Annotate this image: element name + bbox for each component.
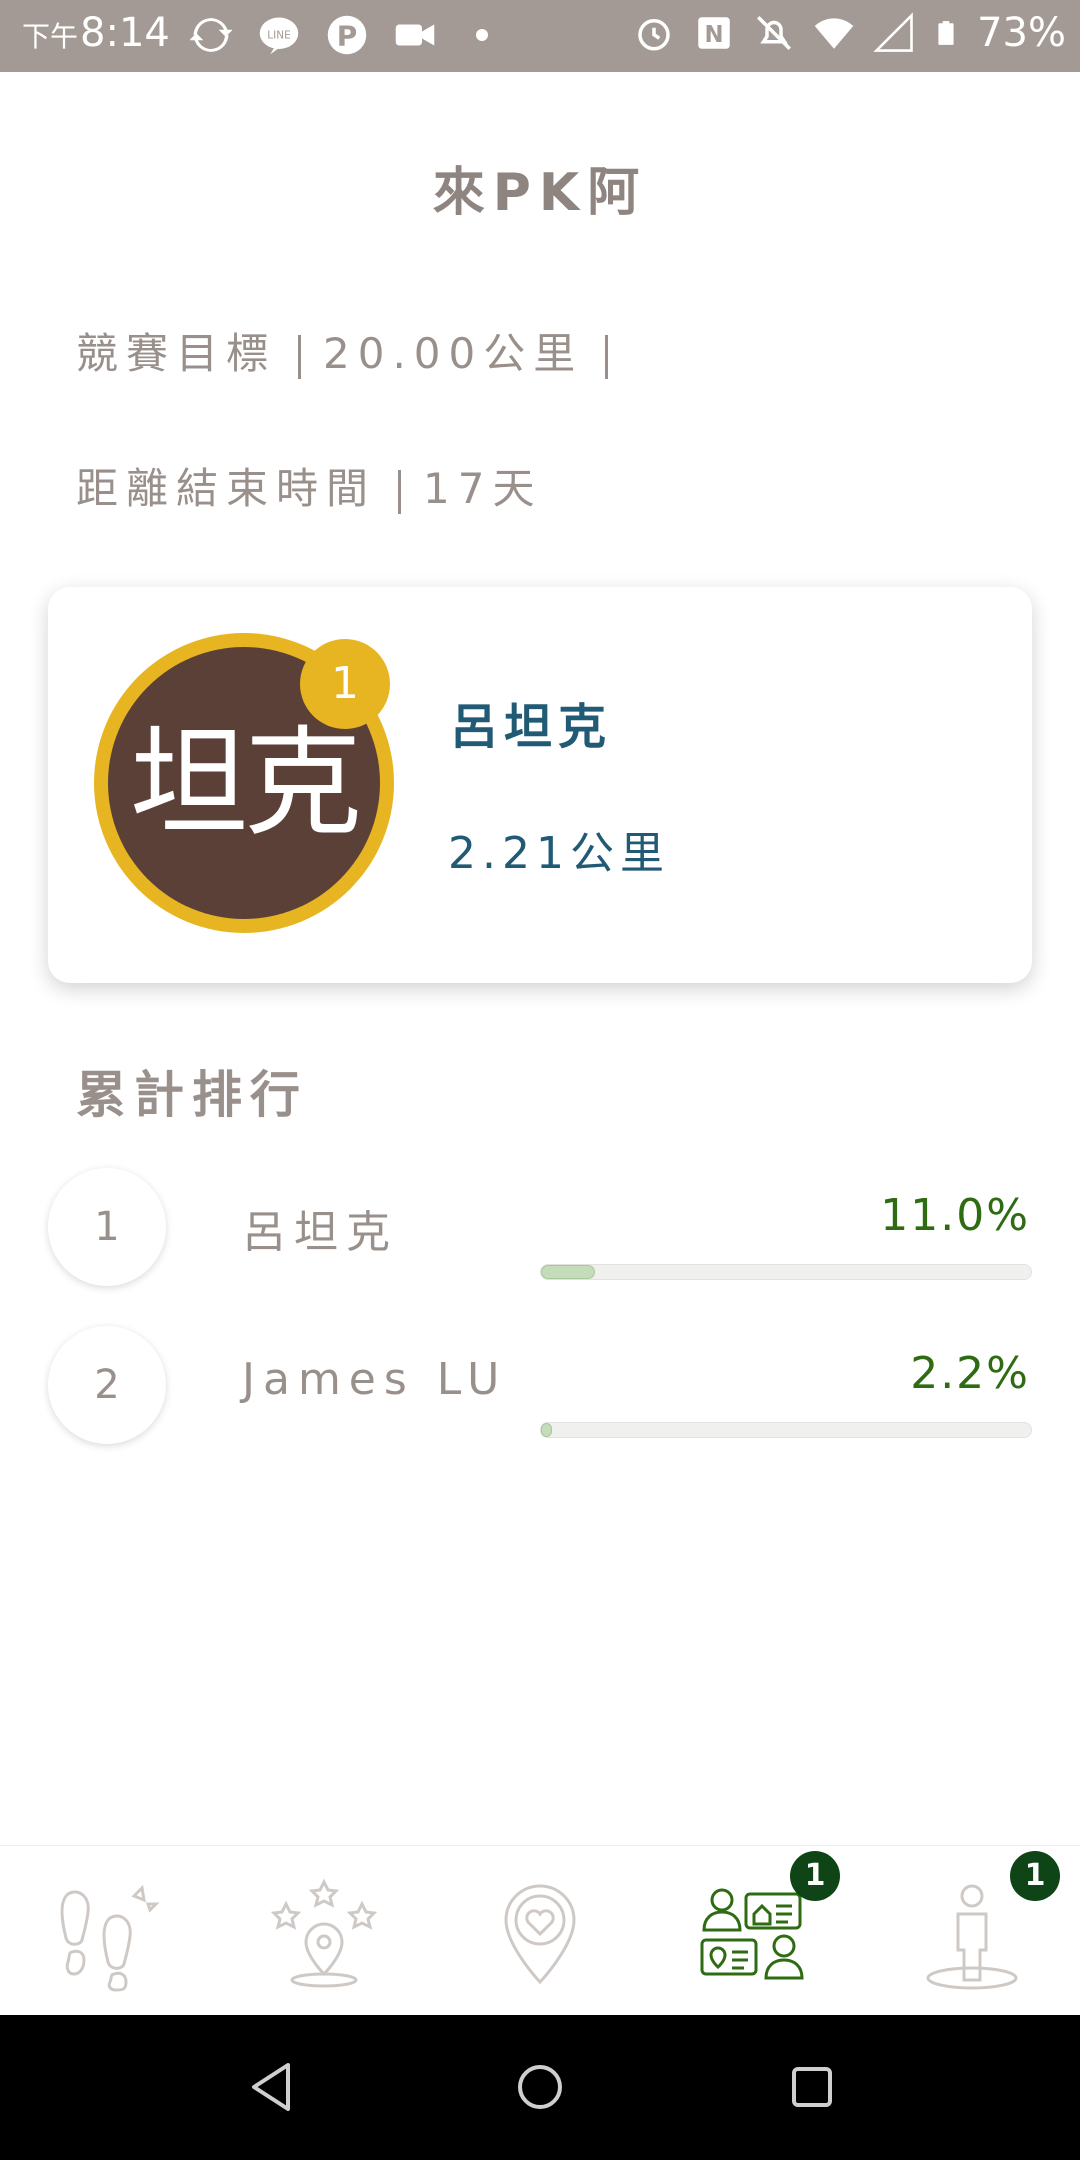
notification-icons: LINE P: [190, 14, 488, 56]
battery-percent: 73%: [977, 10, 1066, 56]
nav-item-star-location[interactable]: [216, 1846, 432, 2016]
more-notifications-dot: [476, 29, 488, 41]
system-status-icons: N 73%: [633, 10, 1066, 56]
leader-distance: 2.21公里: [448, 828, 670, 879]
leader-name: 呂坦克: [450, 699, 613, 755]
rank-name: James LU: [242, 1354, 508, 1405]
status-bar: 下午8:14 LINE P N 73%: [0, 0, 1080, 72]
nav-item-footsteps[interactable]: [0, 1846, 216, 2016]
nav-item-contacts-exchange[interactable]: 1: [648, 1846, 864, 2016]
divider: [298, 334, 302, 379]
battery-icon: [938, 21, 954, 45]
divider: [605, 334, 609, 379]
notification-badge: 1: [1010, 1851, 1060, 1901]
page-title: 來PK阿: [432, 163, 648, 223]
progress-bar: [540, 1422, 1032, 1438]
mute-icon: [757, 16, 792, 50]
goal-row: 競賽目標 20.00公里: [76, 320, 630, 381]
rank-number: 1: [48, 1168, 166, 1286]
nfc-icon: N: [698, 17, 730, 49]
ranking-row[interactable]: 2 James LU 2.2%: [0, 1326, 1080, 1446]
divider: [398, 469, 402, 514]
rank-name: 呂坦克: [242, 1207, 398, 1258]
progress-fill: [541, 1423, 552, 1437]
star-location-icon: [270, 1878, 378, 1988]
status-time: 下午8:14: [22, 10, 170, 56]
nav-item-profile[interactable]: 1: [864, 1846, 1080, 2016]
line-app-icon: LINE: [259, 17, 299, 55]
recents-icon[interactable]: [780, 2055, 844, 2119]
rank-percent: 11.0%: [880, 1190, 1030, 1241]
signal-icon: [873, 12, 913, 52]
ranking-title: 累計排行: [76, 1066, 308, 1124]
svg-text:N: N: [705, 22, 724, 48]
back-icon[interactable]: [240, 2055, 304, 2119]
goal-label: 競賽目標: [76, 329, 277, 378]
wifi-icon: [814, 18, 854, 49]
pinterest-icon: P: [327, 15, 367, 55]
rank-percent: 2.2%: [910, 1348, 1030, 1399]
notification-badge: 1: [790, 1851, 840, 1901]
bottom-nav: 1 1: [0, 1845, 1080, 2016]
sync-icon: [190, 18, 232, 52]
system-navigation-bar: [0, 2015, 1080, 2160]
nav-item-heart-location[interactable]: [432, 1846, 648, 2016]
leader-card[interactable]: 坦克 1 呂坦克 2.21公里: [48, 587, 1032, 983]
heart-location-icon: [504, 1884, 576, 1985]
alarm-icon: [638, 19, 670, 51]
ranking-row[interactable]: 1 呂坦克 11.0%: [0, 1168, 1080, 1288]
remaining-label: 距離結束時間: [76, 464, 377, 513]
footsteps-icon: [60, 1884, 160, 1992]
goal-value: 20.00公里: [323, 329, 584, 378]
progress-bar: [540, 1264, 1032, 1280]
remaining-value: 17天: [423, 464, 543, 513]
svg-text:P: P: [337, 20, 358, 53]
video-camera-icon: [395, 24, 435, 46]
remaining-row: 距離結束時間 17天: [76, 455, 542, 516]
person-standing-icon: [926, 1884, 1018, 1990]
rank-number: 2: [48, 1326, 166, 1444]
home-icon[interactable]: [508, 2055, 572, 2119]
rank-badge: 1: [300, 639, 390, 729]
progress-fill: [541, 1265, 595, 1279]
svg-text:LINE: LINE: [267, 30, 290, 42]
